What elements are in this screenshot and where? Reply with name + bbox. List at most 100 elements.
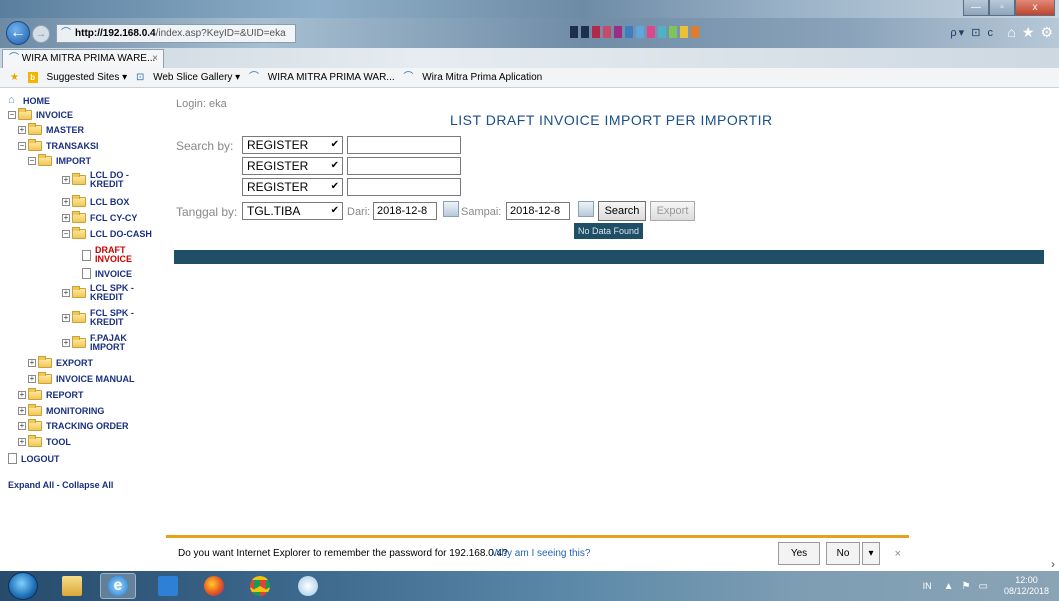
export-button[interactable]: Export: [650, 201, 695, 221]
tree-item-draft-invoice[interactable]: DRAFT INVOICE: [82, 246, 132, 264]
browser-tab[interactable]: ⌒ WIRA MITRA PRIMA WARE... ×: [2, 49, 164, 68]
tree-label: FCL SPK - KREDIT: [90, 308, 134, 327]
language-indicator[interactable]: IN: [923, 581, 932, 591]
chrome-icon: [250, 576, 270, 596]
collapse-icon[interactable]: −: [18, 142, 26, 150]
why-link[interactable]: Why am I seeing this?: [492, 548, 590, 559]
calendar-icon[interactable]: [443, 201, 459, 217]
dari-date-input[interactable]: 2018-12-8: [373, 202, 437, 220]
tree-item-fcl-cy-cy[interactable]: + FCL CY-CY: [62, 211, 137, 223]
tree-item-lcl-box[interactable]: + LCL BOX: [62, 195, 129, 207]
tree-item-lcl-do-cash[interactable]: − LCL DO-CASH: [62, 227, 152, 239]
collapse-icon[interactable]: −: [62, 230, 70, 238]
expand-icon[interactable]: +: [18, 438, 26, 446]
favorite-link-2[interactable]: Wira Mitra Prima Aplication: [422, 72, 542, 83]
tree-item-report[interactable]: + REPORT: [18, 388, 84, 400]
collapse-icon[interactable]: −: [28, 157, 36, 165]
taskbar-firefox[interactable]: [196, 573, 232, 599]
address-bar[interactable]: ⌒ http://192.168.0.4/index.asp?KeyID=&UID…: [56, 24, 296, 43]
tree-item-fpajak-import[interactable]: + F.PAJAK IMPORT: [62, 334, 127, 352]
tree-label: TOOL: [46, 437, 71, 447]
tree-item-monitoring[interactable]: + MONITORING: [18, 404, 104, 416]
start-button[interactable]: [8, 572, 38, 600]
forward-button[interactable]: →: [32, 25, 50, 43]
suggested-sites-link[interactable]: Suggested Sites ▾: [47, 72, 128, 83]
flag-icon[interactable]: ⚑: [962, 581, 971, 592]
no-dropdown-button[interactable]: ▾: [862, 542, 880, 565]
tree-label: INVOICE MANUAL: [56, 374, 135, 384]
close-window-button[interactable]: x: [1015, 0, 1055, 16]
clock-date: 08/12/2018: [1003, 586, 1049, 596]
taskbar-chrome[interactable]: [242, 573, 278, 599]
tray-arrow-icon[interactable]: ▲: [944, 581, 954, 592]
favorites-star-icon[interactable]: ★: [10, 72, 19, 83]
calendar-icon[interactable]: [578, 201, 594, 217]
expand-icon[interactable]: +: [62, 198, 70, 206]
tree-item-home[interactable]: ⌂ HOME: [8, 95, 50, 106]
expand-icon[interactable]: +: [62, 314, 70, 322]
tree-item-invoice[interactable]: − INVOICE: [8, 108, 74, 120]
web-slice-icon: ⊡: [135, 72, 145, 83]
folder-icon: [72, 311, 86, 323]
tree-label: Expand All - Collapse All: [8, 480, 114, 490]
dari-label: Dari:: [347, 206, 371, 218]
close-icon[interactable]: ×: [895, 548, 901, 560]
gear-icon[interactable]: ⚙: [1040, 24, 1053, 41]
minimize-button[interactable]: —: [963, 0, 989, 16]
forward-arrow-icon: →: [35, 28, 47, 40]
maximize-button[interactable]: ▫: [989, 0, 1015, 16]
tree-item-tracking-order[interactable]: + TRACKING ORDER: [18, 419, 129, 431]
search-button[interactable]: Search: [598, 201, 646, 221]
tree-item-tool[interactable]: + TOOL: [18, 435, 71, 447]
favorites-star-icon[interactable]: ★: [1022, 24, 1035, 41]
collapse-icon[interactable]: −: [8, 111, 16, 119]
tree-item-lcl-spk-kredit[interactable]: + LCL SPK - KREDIT: [62, 284, 134, 302]
yes-button[interactable]: Yes: [778, 542, 820, 565]
expand-icon[interactable]: +: [18, 407, 26, 415]
tree-item-lcl-do-kredit[interactable]: + LCL DO - KREDIT: [62, 171, 129, 189]
expand-icon[interactable]: +: [28, 375, 36, 383]
expand-icon[interactable]: +: [62, 214, 70, 222]
home-icon[interactable]: ⌂: [1007, 24, 1015, 41]
expand-icon[interactable]: +: [62, 176, 70, 184]
taskbar-media[interactable]: [150, 573, 186, 599]
search-field-select-1[interactable]: REGISTER ✔︎: [242, 136, 343, 154]
expand-icon[interactable]: +: [62, 339, 70, 347]
clock[interactable]: 12:00 08/12/2018: [1004, 575, 1049, 597]
taskbar-explorer[interactable]: [54, 573, 90, 599]
tree-item-fcl-spk-kredit[interactable]: + FCL SPK - KREDIT: [62, 309, 134, 327]
expand-icon[interactable]: +: [18, 391, 26, 399]
tree-item-master[interactable]: + MASTER: [18, 123, 84, 135]
page-icon: [82, 249, 91, 261]
expand-icon[interactable]: +: [62, 289, 70, 297]
chevron-down-icon: ✔︎: [330, 139, 339, 150]
search-field-select-3[interactable]: REGISTER ✔︎: [242, 178, 343, 196]
expand-collapse-all-link[interactable]: Expand All - Collapse All: [8, 480, 113, 490]
tree-item-invoice-leaf[interactable]: INVOICE: [82, 268, 132, 279]
tree-item-export[interactable]: + EXPORT: [28, 356, 93, 368]
tab-close-icon[interactable]: ×: [152, 50, 158, 68]
back-button[interactable]: ←: [6, 21, 30, 45]
search-input-2[interactable]: [347, 157, 461, 175]
search-input-1[interactable]: [347, 136, 461, 154]
tree-item-logout[interactable]: LOGOUT: [8, 453, 60, 464]
sampai-date-input[interactable]: 2018-12-8: [506, 202, 570, 220]
tree-item-transaksi[interactable]: − TRANSAKSI: [18, 139, 99, 151]
favorite-link-1[interactable]: WIRA MITRA PRIMA WAR...: [268, 72, 395, 83]
expand-icon[interactable]: +: [18, 126, 26, 134]
tree-item-import[interactable]: − IMPORT: [28, 154, 91, 166]
no-button[interactable]: No: [826, 542, 860, 565]
search-field-select-2[interactable]: REGISTER ✔︎: [242, 157, 343, 175]
tree-label: INVOICE: [36, 110, 74, 120]
expand-icon[interactable]: +: [18, 422, 26, 430]
network-icon[interactable]: ▭: [979, 581, 988, 592]
chevron-right-icon[interactable]: ›: [1051, 557, 1055, 571]
tree-item-invoice-manual[interactable]: + INVOICE MANUAL: [28, 372, 135, 384]
tanggal-select[interactable]: TGL.TIBA ✔︎: [242, 202, 343, 220]
search-input-3[interactable]: [347, 178, 461, 196]
search-refresh-icons[interactable]: ρ▾ ⊡ c: [950, 26, 995, 39]
expand-icon[interactable]: +: [28, 359, 36, 367]
web-slice-link[interactable]: Web Slice Gallery ▾: [153, 72, 240, 83]
taskbar-ie[interactable]: e: [100, 573, 136, 599]
taskbar-paint[interactable]: [290, 573, 326, 599]
